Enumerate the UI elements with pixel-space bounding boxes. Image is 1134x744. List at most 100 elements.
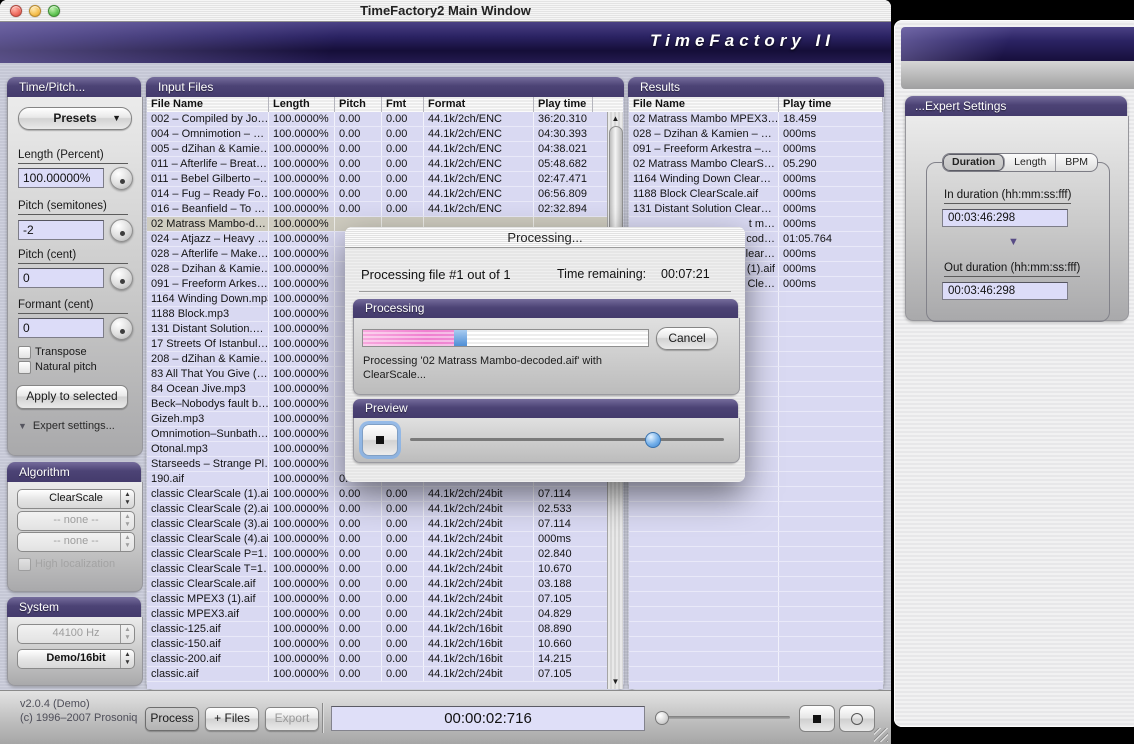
formant-input[interactable] — [18, 318, 104, 338]
cell-name: 02 Matrass Mambo ClearS… — [629, 157, 779, 171]
high-localization-checkbox[interactable] — [18, 558, 31, 571]
table-row[interactable]: 02 Matrass Mambo MPEX3…18.459 — [629, 112, 883, 127]
algorithm-primary-select[interactable]: ClearScale ▲▼ — [17, 489, 135, 509]
resize-grip[interactable] — [874, 728, 888, 742]
table-row[interactable] — [629, 577, 883, 592]
table-row[interactable]: 002 – Compiled by Jo…100.0000%0.000.0044… — [147, 112, 608, 127]
cell-name — [629, 652, 779, 666]
table-row[interactable]: classic ClearScale P=1…100.0000%0.000.00… — [147, 547, 608, 562]
table-row[interactable]: 011 – Afterlife – Breat…100.0000%0.000.0… — [147, 157, 608, 172]
table-row[interactable]: classic ClearScale T=1…100.0000%0.000.00… — [147, 562, 608, 577]
column-header-filename[interactable]: File Name — [147, 97, 269, 112]
table-row[interactable] — [629, 622, 883, 637]
cell-name: classic-200.aif — [147, 652, 269, 666]
column-header-pitch[interactable]: Pitch — [335, 97, 382, 112]
length-input[interactable] — [18, 168, 104, 188]
table-row[interactable]: 091 – Freeform Arkestra –…000ms — [629, 142, 883, 157]
expert-settings-toggle[interactable]: ▼Expert settings... — [18, 420, 115, 432]
table-row[interactable] — [629, 607, 883, 622]
table-row[interactable]: classic-200.aif100.0000%0.000.0044.1k/2c… — [147, 652, 608, 667]
table-row[interactable] — [629, 667, 883, 682]
table-row[interactable]: classic MPEX3.aif100.0000%0.000.0044.1k/… — [147, 607, 608, 622]
table-row[interactable]: 1164 Winding Down Clear…000ms — [629, 172, 883, 187]
formant-knob[interactable] — [110, 317, 133, 340]
in-duration-input[interactable] — [942, 209, 1068, 227]
tab-length[interactable]: Length — [1005, 154, 1056, 171]
table-row[interactable] — [629, 517, 883, 532]
column-header-filename[interactable]: File Name — [629, 97, 779, 112]
algorithm-tertiary-select[interactable]: -- none -- ▲▼ — [17, 532, 135, 552]
export-button[interactable]: Export — [265, 707, 319, 731]
preview-slider[interactable] — [410, 438, 724, 441]
results-column-headers[interactable]: File Name Play time — [629, 97, 883, 113]
add-files-button[interactable]: + Files — [205, 707, 259, 731]
algorithm-secondary-select[interactable]: -- none -- ▲▼ — [17, 511, 135, 531]
table-row[interactable] — [629, 487, 883, 502]
table-row[interactable]: 005 – dZihan & Kamie…100.0000%0.000.0044… — [147, 142, 608, 157]
cell-play: 02:47.471 — [534, 172, 608, 186]
stop-button[interactable] — [799, 705, 835, 732]
presets-button[interactable]: Presets ▼ — [18, 107, 132, 130]
table-row[interactable]: 02 Matrass Mambo ClearS…05.290 — [629, 157, 883, 172]
out-duration-input[interactable] — [942, 282, 1068, 300]
preview-stop-button[interactable] — [362, 424, 398, 456]
table-row[interactable]: classic ClearScale (4).aif100.0000%0.000… — [147, 532, 608, 547]
table-row[interactable]: 028 – Dzihan & Kamien – …000ms — [629, 127, 883, 142]
transport-slider-thumb[interactable] — [655, 711, 669, 725]
in-duration-label: In duration (hh:mm:ss:fff) — [944, 189, 1071, 204]
table-row[interactable]: classic.aif100.0000%0.000.0044.1k/2ch/24… — [147, 667, 608, 682]
process-button[interactable]: Process — [145, 707, 199, 731]
pitch-cent-knob[interactable] — [110, 267, 133, 290]
table-row[interactable]: 004 – Omnimotion – …100.0000%0.000.0044.… — [147, 127, 608, 142]
table-row[interactable]: classic-150.aif100.0000%0.000.0044.1k/2c… — [147, 637, 608, 652]
transport-slider[interactable] — [657, 716, 790, 719]
natural-pitch-checkbox[interactable] — [18, 361, 31, 374]
pitch-semitones-input[interactable] — [18, 220, 104, 240]
transpose-checkbox[interactable] — [18, 346, 31, 359]
table-row[interactable] — [629, 532, 883, 547]
table-row[interactable]: classic ClearScale (3).aif100.0000%0.000… — [147, 517, 608, 532]
table-row[interactable] — [629, 547, 883, 562]
table-row[interactable] — [629, 562, 883, 577]
column-header-playtime[interactable]: Play time — [779, 97, 883, 112]
sample-rate-select[interactable]: 44100 Hz ▲▼ — [17, 624, 135, 644]
input-files-column-headers[interactable]: File Name Length Pitch Fmt Format Play t… — [147, 97, 623, 113]
processing-progress-fill — [363, 330, 454, 346]
table-row[interactable]: classic ClearScale (2).aif100.0000%0.000… — [147, 502, 608, 517]
scroll-down-icon[interactable]: ▼ — [608, 675, 623, 689]
table-row[interactable]: classic-125.aif100.0000%0.000.0044.1k/2c… — [147, 622, 608, 637]
dialog-title-bar[interactable]: Processing... — [345, 227, 745, 248]
apply-to-selected-button[interactable]: Apply to selected — [16, 385, 128, 409]
cell-fmt: 0.00 — [382, 592, 424, 606]
column-header-playtime[interactable]: Play time — [534, 97, 593, 112]
column-header-format[interactable]: Format — [424, 97, 534, 112]
scroll-up-icon[interactable]: ▲ — [608, 112, 623, 126]
column-header-length[interactable]: Length — [269, 97, 335, 112]
table-row[interactable]: 131 Distant Solution Clear…000ms — [629, 202, 883, 217]
record-button[interactable] — [839, 705, 875, 732]
table-row[interactable] — [629, 637, 883, 652]
length-knob[interactable] — [110, 167, 133, 190]
cancel-button[interactable]: Cancel — [656, 327, 718, 350]
table-row[interactable] — [629, 652, 883, 667]
pitch-semitones-knob[interactable] — [110, 219, 133, 242]
tab-duration[interactable]: Duration — [943, 154, 1005, 171]
title-bar[interactable]: TimeFactory2 Main Window — [0, 0, 891, 22]
table-row[interactable]: classic ClearScale.aif100.0000%0.000.004… — [147, 577, 608, 592]
table-row[interactable]: classic ClearScale (1).aif100.0000%0.000… — [147, 487, 608, 502]
table-row[interactable]: 016 – Beanfield – To …100.0000%0.000.004… — [147, 202, 608, 217]
column-header-fmt[interactable]: Fmt — [382, 97, 424, 112]
table-row[interactable] — [629, 502, 883, 517]
cell-format: 44.1k/2ch/16bit — [424, 637, 534, 651]
cell-name — [629, 517, 779, 531]
pitch-cent-input[interactable] — [18, 268, 104, 288]
preview-slider-thumb[interactable] — [645, 432, 661, 448]
mode-select[interactable]: Demo/16bit ▲▼ — [17, 649, 135, 669]
table-row[interactable]: 011 – Bebel Gilberto –…100.0000%0.000.00… — [147, 172, 608, 187]
table-row[interactable] — [629, 592, 883, 607]
cell-length: 100.0000% — [269, 562, 335, 576]
table-row[interactable]: classic MPEX3 (1).aif100.0000%0.000.0044… — [147, 592, 608, 607]
table-row[interactable]: 014 – Fug – Ready Fo…100.0000%0.000.0044… — [147, 187, 608, 202]
table-row[interactable]: 1188 Block ClearScale.aif000ms — [629, 187, 883, 202]
tab-bpm[interactable]: BPM — [1056, 154, 1097, 171]
